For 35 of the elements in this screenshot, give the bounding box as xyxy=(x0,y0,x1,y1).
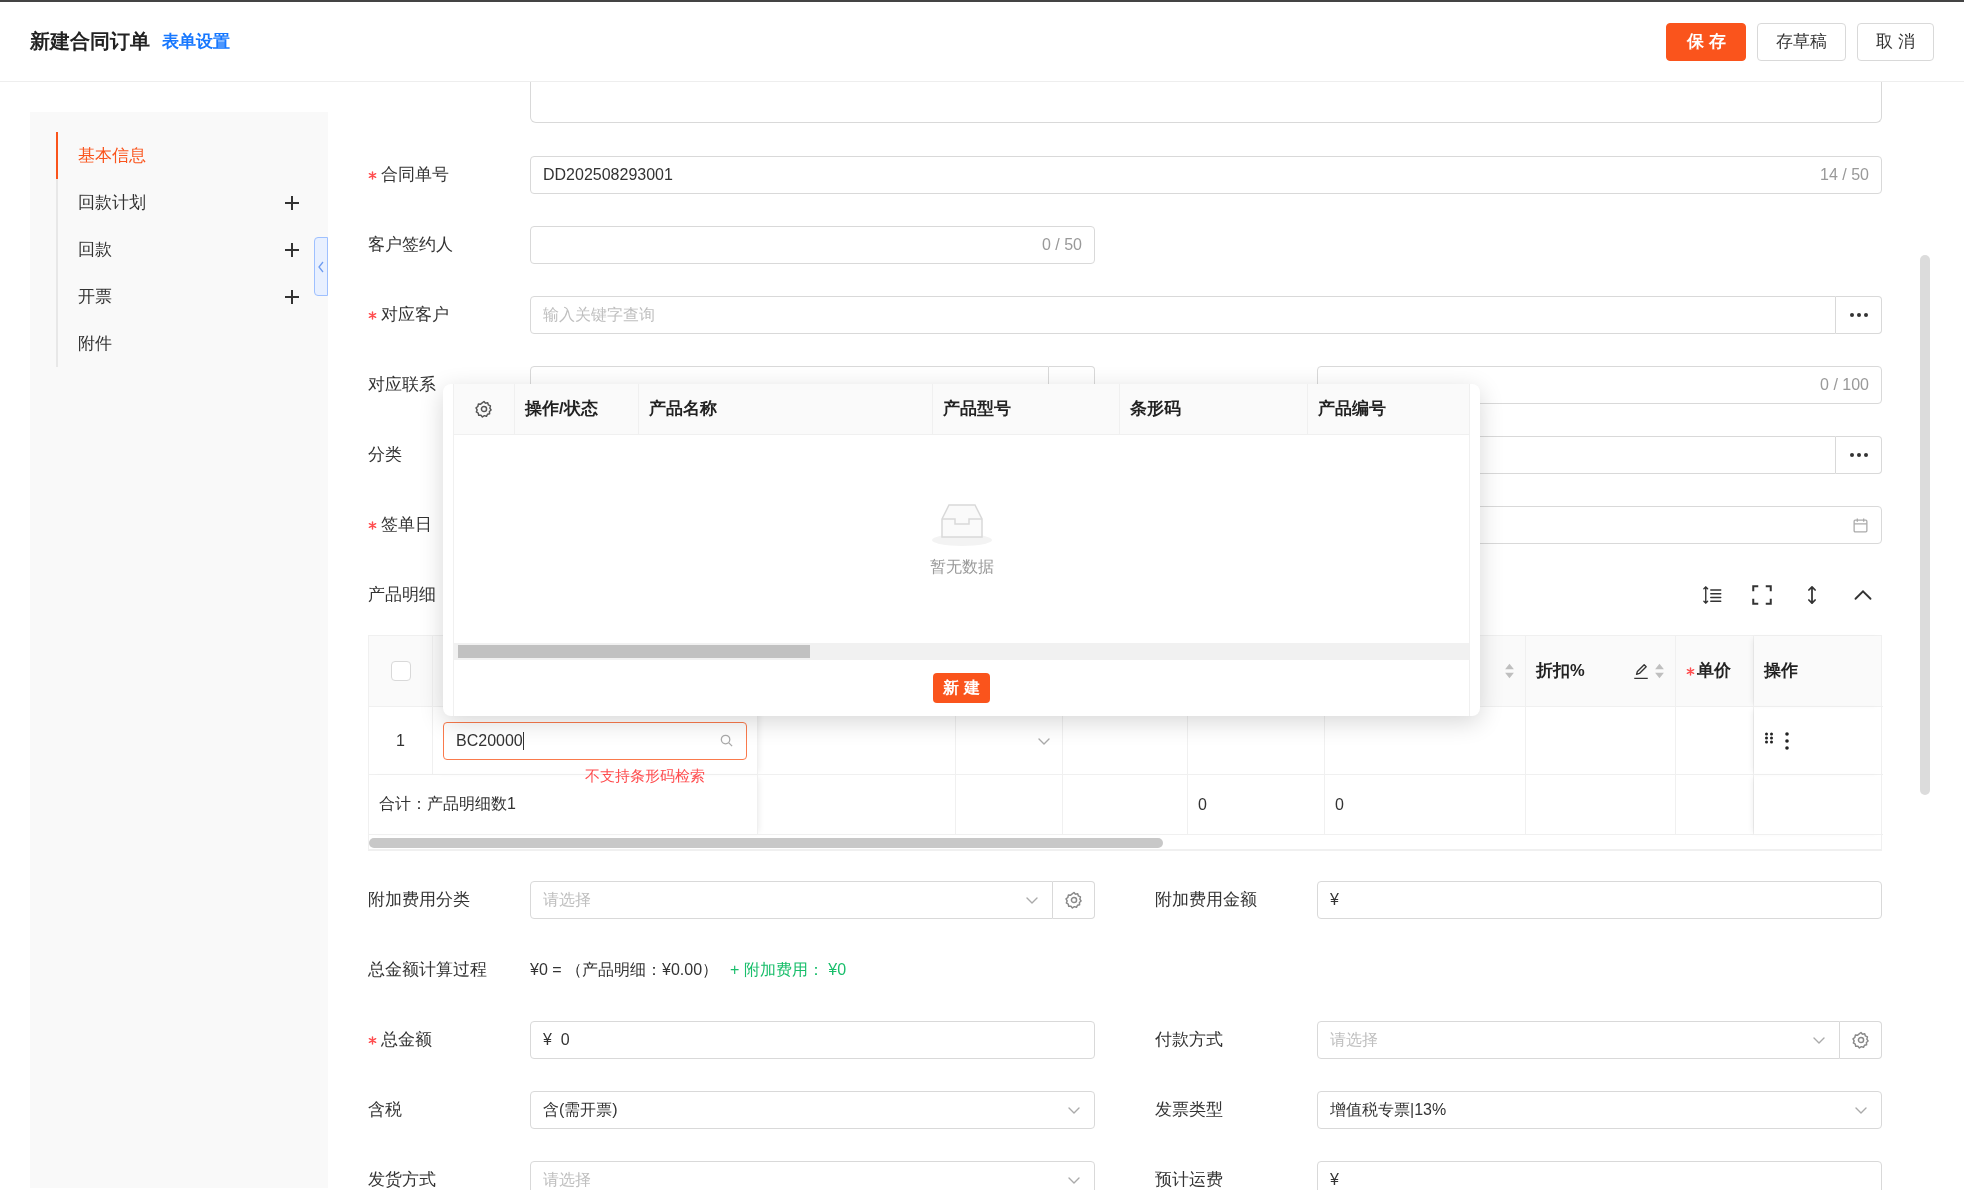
column-header: 单价 xyxy=(1697,660,1731,681)
field-label: 对应联系 xyxy=(368,374,436,395)
empty-text: 暂无数据 xyxy=(929,556,994,577)
field-label: 附加费用分类 xyxy=(368,889,470,910)
field-label: 预计运费 xyxy=(1155,1169,1223,1190)
column-header: 产品型号 xyxy=(943,398,1011,419)
field-label: 签单日 xyxy=(381,514,432,535)
char-counter: 0 / 50 xyxy=(1041,236,1082,254)
field-label: 分类 xyxy=(368,444,402,465)
error-message: 不支持条形码检索 xyxy=(585,767,705,786)
section-title: 产品明细 xyxy=(368,584,437,605)
char-counter: 14 / 50 xyxy=(1820,166,1869,184)
column-header: 折扣% xyxy=(1536,660,1585,681)
field-label: 发货方式 xyxy=(368,1169,436,1190)
field-label: 含税 xyxy=(368,1099,402,1120)
field-label: 合同单号 xyxy=(381,164,449,185)
summary-text: 合计：产品明细数1 xyxy=(379,794,516,814)
field-label: 客户签约人 xyxy=(368,234,453,255)
page-title: 新建合同订单 xyxy=(30,29,150,54)
formula-text: ¥0 = （产品明细：¥0.00） xyxy=(530,959,719,980)
field-label: 付款方式 xyxy=(1155,1029,1223,1050)
column-header: 操作/状态 xyxy=(525,398,598,419)
char-counter: 0 / 100 xyxy=(1820,376,1869,394)
table-cell: 0 xyxy=(1188,775,1325,835)
field-label: 总金额 xyxy=(381,1029,432,1050)
extra-fee-text: + 附加费用： ¥0 xyxy=(730,959,847,980)
field-label: 对应客户 xyxy=(381,304,449,325)
row-number: 1 xyxy=(396,731,405,750)
field-label: 总金额计算过程 xyxy=(368,959,487,980)
field-label: 附加费用金额 xyxy=(1155,889,1257,910)
table-cell: 0 xyxy=(1325,775,1526,835)
column-header: 条形码 xyxy=(1130,398,1181,419)
column-header: 操作 xyxy=(1764,660,1798,681)
field-label: 发票类型 xyxy=(1155,1099,1223,1120)
column-header: 产品名称 xyxy=(649,398,717,419)
